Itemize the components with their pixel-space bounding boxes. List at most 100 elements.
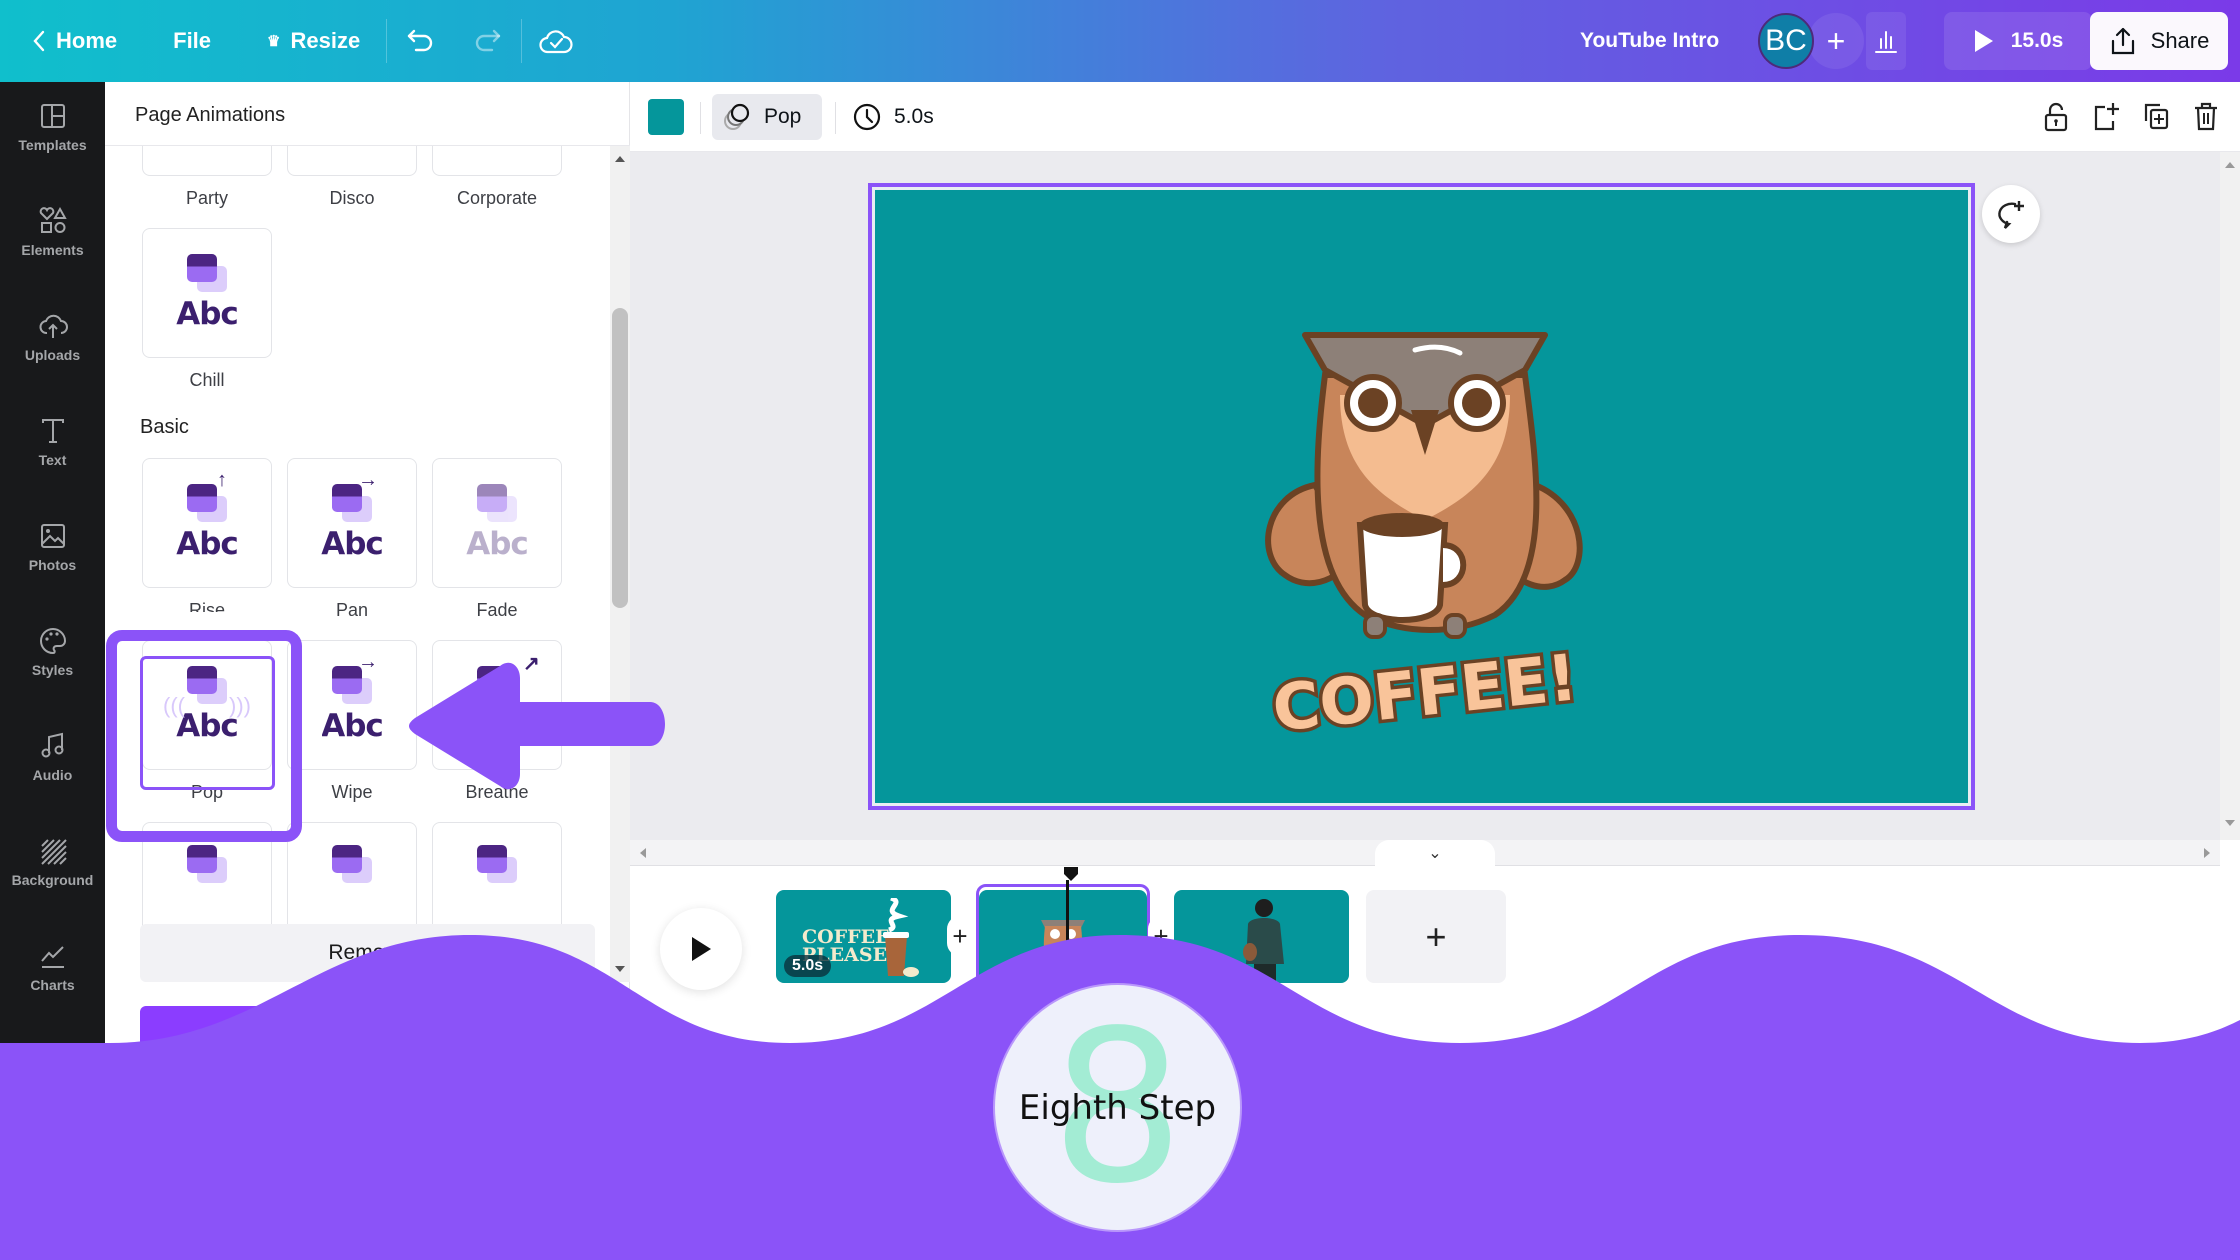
sample-text: Abc — [176, 526, 239, 562]
scroll-up-icon[interactable] — [615, 156, 625, 162]
rail-label: Audio — [32, 767, 73, 783]
add-comment-button[interactable] — [1982, 185, 2040, 243]
home-label: Home — [56, 28, 118, 53]
scroll-down-icon[interactable] — [615, 966, 625, 972]
animation-card-party[interactable] — [142, 146, 272, 176]
scroll-down-icon[interactable] — [2225, 820, 2235, 826]
headline-text: COFFEE! — [1269, 641, 1580, 735]
panel-title: Page Animations — [135, 103, 286, 126]
animations-list[interactable]: Party Disco Corporate Abc Chill Basic ↑ … — [105, 146, 630, 982]
add-page-icon — [2094, 103, 2119, 131]
rail-item-charts[interactable]: Charts — [0, 922, 105, 1012]
add-collaborator-button[interactable]: + — [1808, 13, 1864, 69]
resize-button[interactable]: ♛ Resize — [253, 16, 374, 66]
page-thumbnail-2[interactable] — [979, 890, 1147, 983]
play-presentation-button[interactable]: 15.0s — [1944, 12, 2092, 70]
background-color-swatch[interactable] — [648, 99, 684, 135]
playhead-line[interactable] — [1066, 880, 1069, 994]
image-icon — [477, 484, 517, 522]
animation-card-disco[interactable] — [287, 146, 417, 176]
person-thumbnail — [1243, 899, 1284, 983]
page-duration-button[interactable]: 5.0s — [852, 94, 934, 140]
workspace-scrollbar[interactable] — [2220, 152, 2240, 840]
trash-icon — [2195, 102, 2217, 131]
rail-item-uploads[interactable]: Uploads — [0, 292, 105, 382]
collapse-timeline-button[interactable]: ⌄ — [1375, 840, 1495, 866]
animation-label: Rise — [188, 600, 225, 612]
design-canvas[interactable]: COFFEE! — [875, 190, 1968, 803]
side-rail: Templates Elements Uploads Text Photos S… — [0, 82, 105, 1260]
rail-label: Background — [11, 872, 94, 888]
resize-label: Resize — [290, 28, 361, 53]
rail-item-photos[interactable]: Photos — [0, 502, 105, 592]
animation-card-pan[interactable]: → Abc — [287, 458, 417, 588]
animation-label: Wipe — [331, 782, 373, 802]
avatar[interactable]: BC — [1758, 13, 1814, 69]
rail-item-elements[interactable]: Elements — [0, 187, 105, 277]
canva-editor: Home File ♛ Resize YouTube Intro BC + 15… — [0, 0, 2240, 1260]
insert-page-button[interactable]: + — [947, 916, 973, 956]
add-page-button[interactable] — [2090, 95, 2122, 139]
page-thumbnail-3[interactable] — [1174, 890, 1349, 983]
add-page-button[interactable]: + — [1366, 890, 1506, 983]
music-note-icon — [41, 732, 63, 758]
animation-card-corporate[interactable] — [432, 146, 562, 176]
animation-card-fade[interactable]: Abc — [432, 458, 562, 588]
scroll-up-icon[interactable] — [2225, 162, 2235, 168]
rail-item-background[interactable]: Background — [0, 817, 105, 907]
remove-animation-button[interactable]: Remove — [140, 924, 595, 982]
page-thumbnail-1[interactable]: COFFEE PLEASE 5.0s — [776, 890, 951, 983]
insights-button[interactable] — [1866, 12, 1906, 70]
page-timeline: COFFEE PLEASE 5.0s + + + — [630, 866, 2240, 1260]
rail-item-templates[interactable]: Templates — [0, 82, 105, 172]
rail-label: Charts — [30, 977, 75, 993]
share-button[interactable]: Share — [2090, 12, 2228, 70]
design-title[interactable]: YouTube Intro — [1580, 0, 1719, 82]
divider — [521, 19, 523, 63]
scroll-left-icon[interactable] — [640, 848, 646, 858]
owl-coffee-illustration[interactable]: COFFEE! — [1245, 315, 1605, 735]
chevron-left-icon — [33, 30, 45, 52]
animation-label: Corporate — [456, 188, 538, 208]
section-heading-basic: Basic — [140, 416, 189, 438]
divider — [700, 102, 701, 134]
coffee-cup-illustration — [883, 898, 919, 977]
undo-button[interactable] — [399, 19, 443, 63]
play-icon — [692, 937, 711, 961]
apply-button[interactable] — [140, 1006, 595, 1066]
share-label: Share — [2150, 28, 2210, 53]
animation-card-rise[interactable]: ↑ Abc — [142, 458, 272, 588]
insert-page-button[interactable]: + — [1148, 916, 1174, 956]
unlock-icon — [2044, 102, 2068, 132]
selected-page-frame[interactable]: COFFEE! — [868, 183, 1975, 810]
file-menu-button[interactable]: File — [159, 16, 225, 66]
rail-label: Elements — [21, 242, 84, 258]
animation-card-chill[interactable]: Abc — [142, 228, 272, 358]
delete-page-button[interactable] — [2190, 95, 2222, 139]
rail-item-text[interactable]: Text — [0, 397, 105, 487]
top-bar: Home File ♛ Resize YouTube Intro BC + 15… — [0, 0, 2240, 82]
save-status-button[interactable] — [534, 19, 578, 63]
image-icon — [187, 254, 227, 292]
lock-button[interactable] — [2040, 95, 2072, 139]
animation-card-wipe[interactable]: → Abc — [287, 640, 417, 770]
playhead-marker-icon[interactable] — [1063, 866, 1079, 882]
animate-button[interactable]: Pop — [712, 94, 822, 140]
back-home-button[interactable]: Home — [18, 16, 131, 66]
scrollbar-thumb[interactable] — [612, 308, 628, 608]
cloud-check-icon — [539, 30, 573, 54]
rail-item-styles[interactable]: Styles — [0, 607, 105, 697]
animation-label: Chill — [189, 370, 225, 390]
rail-item-audio[interactable]: Audio — [0, 712, 105, 802]
timeline-play-button[interactable] — [660, 908, 742, 990]
background-hatch-icon — [40, 839, 67, 865]
redo-icon — [476, 29, 501, 52]
rail-label: Styles — [31, 662, 74, 678]
rail-label: Templates — [18, 137, 87, 153]
redo-button[interactable] — [465, 19, 509, 63]
panel-scrollbar[interactable] — [610, 146, 630, 982]
rail-label: Text — [38, 452, 67, 468]
scroll-right-icon[interactable] — [2204, 848, 2210, 858]
duplicate-page-button[interactable] — [2140, 95, 2172, 139]
rail-label: Uploads — [24, 347, 81, 363]
